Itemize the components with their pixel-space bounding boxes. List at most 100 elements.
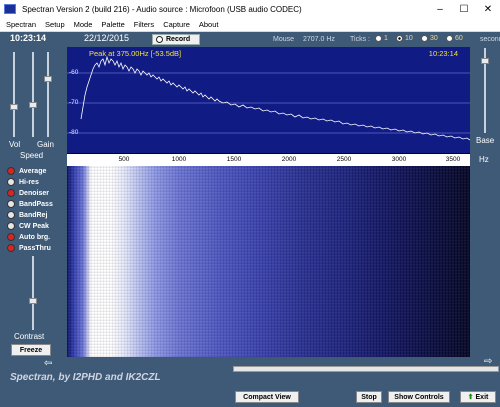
exit-button[interactable]: ⬆ Exit — [460, 391, 496, 403]
close-button[interactable]: ✕ — [476, 0, 500, 18]
option-hi-res[interactable]: Hi-res — [7, 177, 39, 187]
maximize-button[interactable]: ☐ — [452, 0, 476, 18]
option-label: Denoiser — [19, 189, 49, 197]
menu-palette[interactable]: Palette — [101, 20, 124, 29]
spectrum-plot — [67, 55, 470, 141]
seconds-label: seconds — [480, 36, 500, 43]
left-arrow-icon[interactable]: ⇦ — [44, 358, 52, 369]
option-bandrej[interactable]: BandRej — [7, 210, 47, 220]
freq-tick-label: 2000 — [281, 156, 297, 163]
freq-tick-label: 2500 — [336, 156, 352, 163]
record-icon — [156, 36, 163, 43]
option-cw-peak[interactable]: CW Peak — [7, 221, 49, 231]
tick-option-label: 60 — [455, 35, 463, 42]
stop-button[interactable]: Stop — [356, 391, 382, 403]
option-label: PassThru — [19, 244, 51, 252]
radio-selected-icon — [396, 35, 403, 42]
horizontal-scrollbar[interactable] — [233, 366, 499, 372]
credit-text: Spectran, by I2PHD and IK2CZL — [10, 372, 161, 383]
gain-label: Gain — [37, 140, 54, 149]
option-label: Hi-res — [19, 178, 39, 186]
toggle-off-icon — [7, 211, 15, 219]
toggle-on-icon — [7, 233, 15, 241]
freq-tick-label: 3000 — [391, 156, 407, 163]
info-row: 10:23:14 22/12/2015 Record Mouse 2707.0 … — [0, 32, 500, 47]
waterfall-texture — [67, 166, 470, 357]
show-controls-button[interactable]: Show Controls — [388, 391, 450, 403]
tick-option-30[interactable]: 30 — [421, 35, 438, 42]
menu-bar: Spectran Setup Mode Palette Filters Capt… — [0, 18, 500, 32]
volume-slider-track[interactable] — [13, 52, 15, 137]
gain-slider-thumb[interactable] — [44, 76, 52, 82]
db-label: -80 — [69, 129, 79, 136]
base-label: Base — [476, 136, 495, 145]
ticks-label: Ticks : — [350, 36, 370, 43]
spectrum-trace — [80, 55, 470, 141]
compact-view-button[interactable]: Compact View — [235, 391, 299, 403]
record-button[interactable]: Record — [152, 34, 200, 45]
exit-icon: ⬆ — [467, 394, 474, 401]
tick-option-label: 10 — [405, 35, 413, 42]
radio-icon — [375, 35, 382, 42]
db-label: -70 — [69, 99, 79, 106]
menu-setup[interactable]: Setup — [45, 20, 65, 29]
speed-label: Speed — [20, 151, 44, 160]
exit-label: Exit — [475, 393, 489, 401]
toggle-on-icon — [7, 244, 15, 252]
option-label: BandRej — [19, 211, 48, 219]
app-icon — [4, 4, 16, 14]
tick-option-1[interactable]: 1 — [375, 35, 388, 42]
mouse-label: Mouse — [273, 36, 295, 43]
title-bar: Spectran Version 2 (build 216) - Audio s… — [0, 0, 500, 18]
freeze-button[interactable]: Freeze — [11, 344, 51, 356]
base-slider-thumb[interactable] — [481, 58, 489, 64]
db-label: -60 — [69, 69, 79, 76]
volume-label: Vol — [9, 140, 21, 149]
option-average[interactable]: Average — [7, 166, 46, 176]
speed-slider-track[interactable] — [32, 52, 34, 137]
option-label: CW Peak — [19, 222, 49, 230]
option-label: BandPass — [19, 200, 53, 208]
minimize-button[interactable]: – — [428, 0, 452, 18]
menu-about[interactable]: About — [199, 20, 219, 29]
option-passthru[interactable]: PassThru — [7, 243, 51, 253]
waterfall-display[interactable] — [67, 166, 470, 357]
speed-slider-thumb[interactable] — [29, 102, 37, 108]
hz-label: Hz — [479, 155, 489, 164]
record-label: Record — [166, 36, 191, 43]
toggle-off-icon — [7, 222, 15, 230]
radio-icon — [446, 35, 453, 42]
menu-spectran[interactable]: Spectran — [6, 20, 36, 29]
tick-option-60[interactable]: 60 — [446, 35, 463, 42]
clock-display: 10:23:14 — [10, 33, 47, 43]
spectran-window: Spectran Version 2 (build 216) - Audio s… — [0, 0, 500, 407]
window-title: Spectran Version 2 (build 216) - Audio s… — [22, 4, 302, 14]
frequency-axis: 500 1000 1500 2000 2500 3000 3500 — [67, 153, 470, 166]
contrast-slider-track[interactable] — [32, 256, 34, 330]
option-auto-brg[interactable]: Auto brg. — [7, 232, 50, 242]
menu-filters[interactable]: Filters — [134, 20, 154, 29]
tick-option-label: 30 — [430, 35, 438, 42]
gain-slider-track[interactable] — [47, 52, 49, 137]
tick-option-label: 1 — [384, 35, 388, 42]
menu-mode[interactable]: Mode — [74, 20, 93, 29]
toggle-on-icon — [7, 189, 15, 197]
radio-icon — [421, 35, 428, 42]
volume-slider-thumb[interactable] — [10, 104, 18, 110]
tick-option-10[interactable]: 10 — [396, 35, 413, 42]
menu-capture[interactable]: Capture — [163, 20, 190, 29]
toggle-off-icon — [7, 200, 15, 208]
option-bandpass[interactable]: BandPass — [7, 199, 53, 209]
contrast-label: Contrast — [14, 332, 45, 341]
freq-tick-label: 1000 — [171, 156, 187, 163]
peak-readout: Peak at 375.00Hz [-53.5dB] — [89, 49, 182, 58]
option-denoiser[interactable]: Denoiser — [7, 188, 49, 198]
spectrum-display[interactable]: Peak at 375.00Hz [-53.5dB] 10:23:14 -60 … — [67, 47, 470, 153]
toggle-on-icon — [7, 167, 15, 175]
freq-tick-label: 1500 — [226, 156, 242, 163]
contrast-slider-thumb[interactable] — [29, 298, 37, 304]
mouse-frequency: 2707.0 Hz — [303, 36, 335, 43]
spectrum-time: 10:23:14 — [428, 49, 458, 58]
option-label: Auto brg. — [19, 233, 51, 241]
toggle-off-icon — [7, 178, 15, 186]
